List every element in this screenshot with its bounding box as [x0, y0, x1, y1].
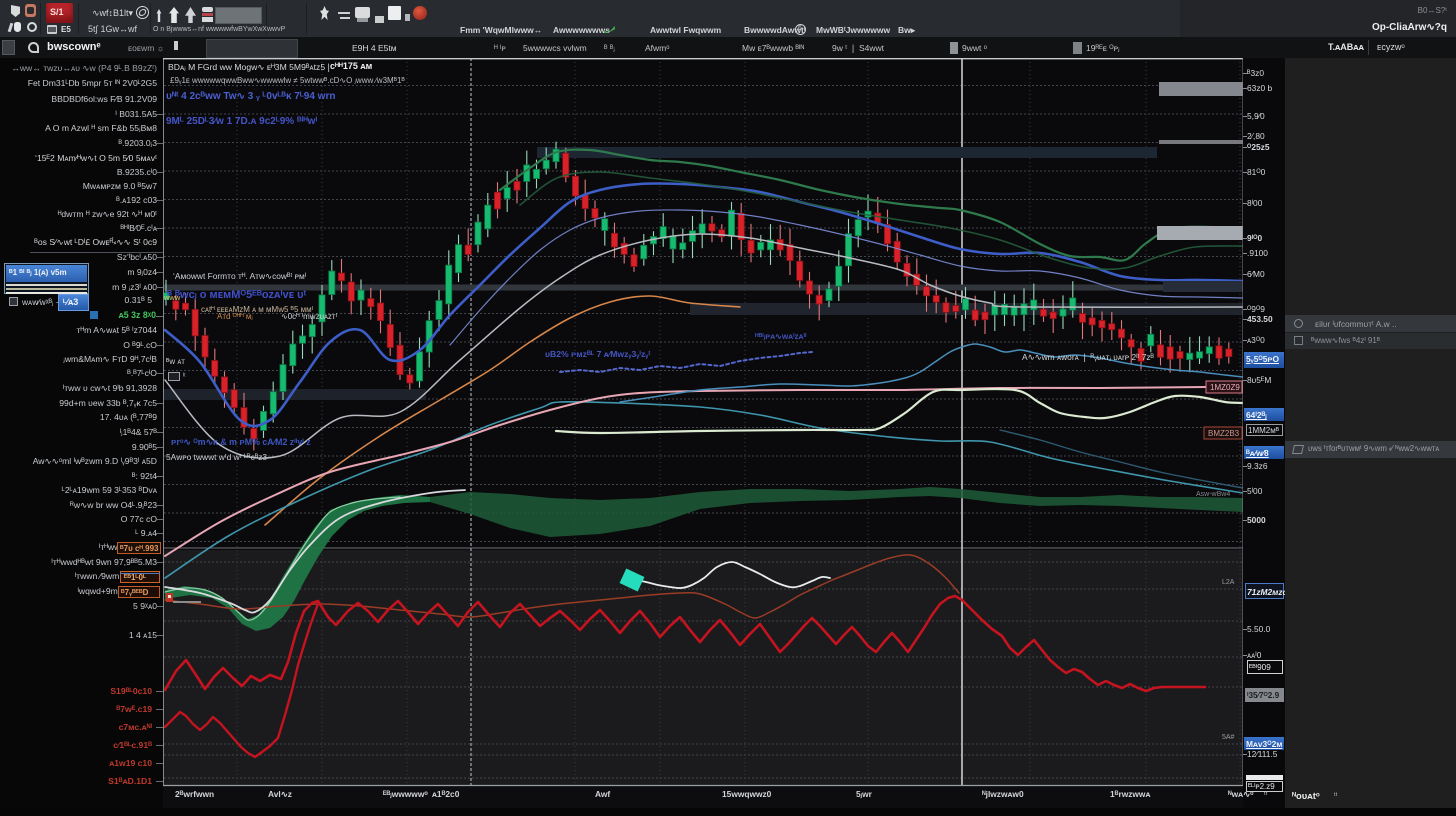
svg-text:L2A: L2A [1222, 579, 1235, 586]
svg-text:1MZ0Z9: 1MZ0Z9 [1210, 383, 1240, 392]
svg-text:Asw-wBw4: Asw-wBw4 [1196, 491, 1230, 498]
svg-text:5A#: 5A# [1222, 734, 1235, 741]
svg-text:BMZ2B3: BMZ2B3 [1208, 429, 1240, 438]
